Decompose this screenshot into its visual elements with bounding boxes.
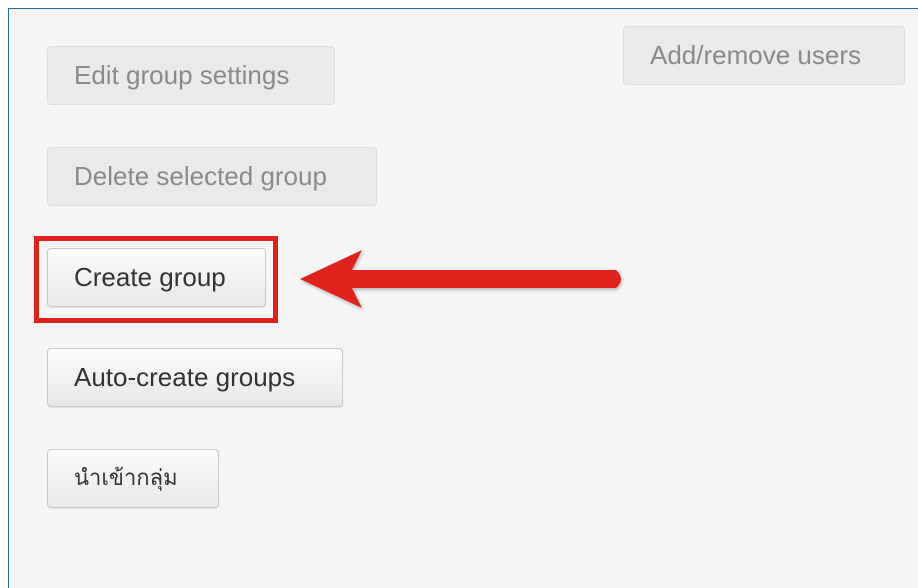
create-group-button[interactable]: Create group xyxy=(47,248,266,307)
auto-create-groups-button[interactable]: Auto-create groups xyxy=(47,348,343,407)
delete-selected-group-button[interactable]: Delete selected group xyxy=(47,147,377,206)
add-remove-users-button[interactable]: Add/remove users xyxy=(623,26,905,85)
import-groups-button[interactable]: นำเข้ากลุ่ม xyxy=(47,449,219,508)
pointer-arrow-icon xyxy=(300,250,621,308)
edit-group-settings-button[interactable]: Edit group settings xyxy=(47,46,335,105)
